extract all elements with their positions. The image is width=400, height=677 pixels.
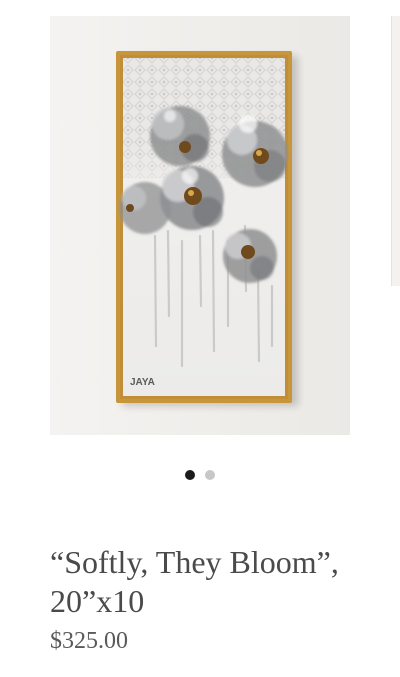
product-image-carousel[interactable]: JAYA <box>0 0 400 500</box>
carousel-dot-1[interactable] <box>185 470 195 480</box>
carousel-pagination <box>0 470 400 480</box>
carousel-dot-2[interactable] <box>205 470 215 480</box>
product-image[interactable]: JAYA <box>50 16 350 435</box>
product-price: $325.00 <box>50 628 128 654</box>
product-title: “Softly, They Bloom”, 20”x10 <box>50 544 339 619</box>
next-slide-peek[interactable] <box>391 16 400 286</box>
flower-shape <box>150 106 210 166</box>
artist-signature: JAYA <box>130 377 155 388</box>
painting-artwork: JAYA <box>50 16 350 435</box>
